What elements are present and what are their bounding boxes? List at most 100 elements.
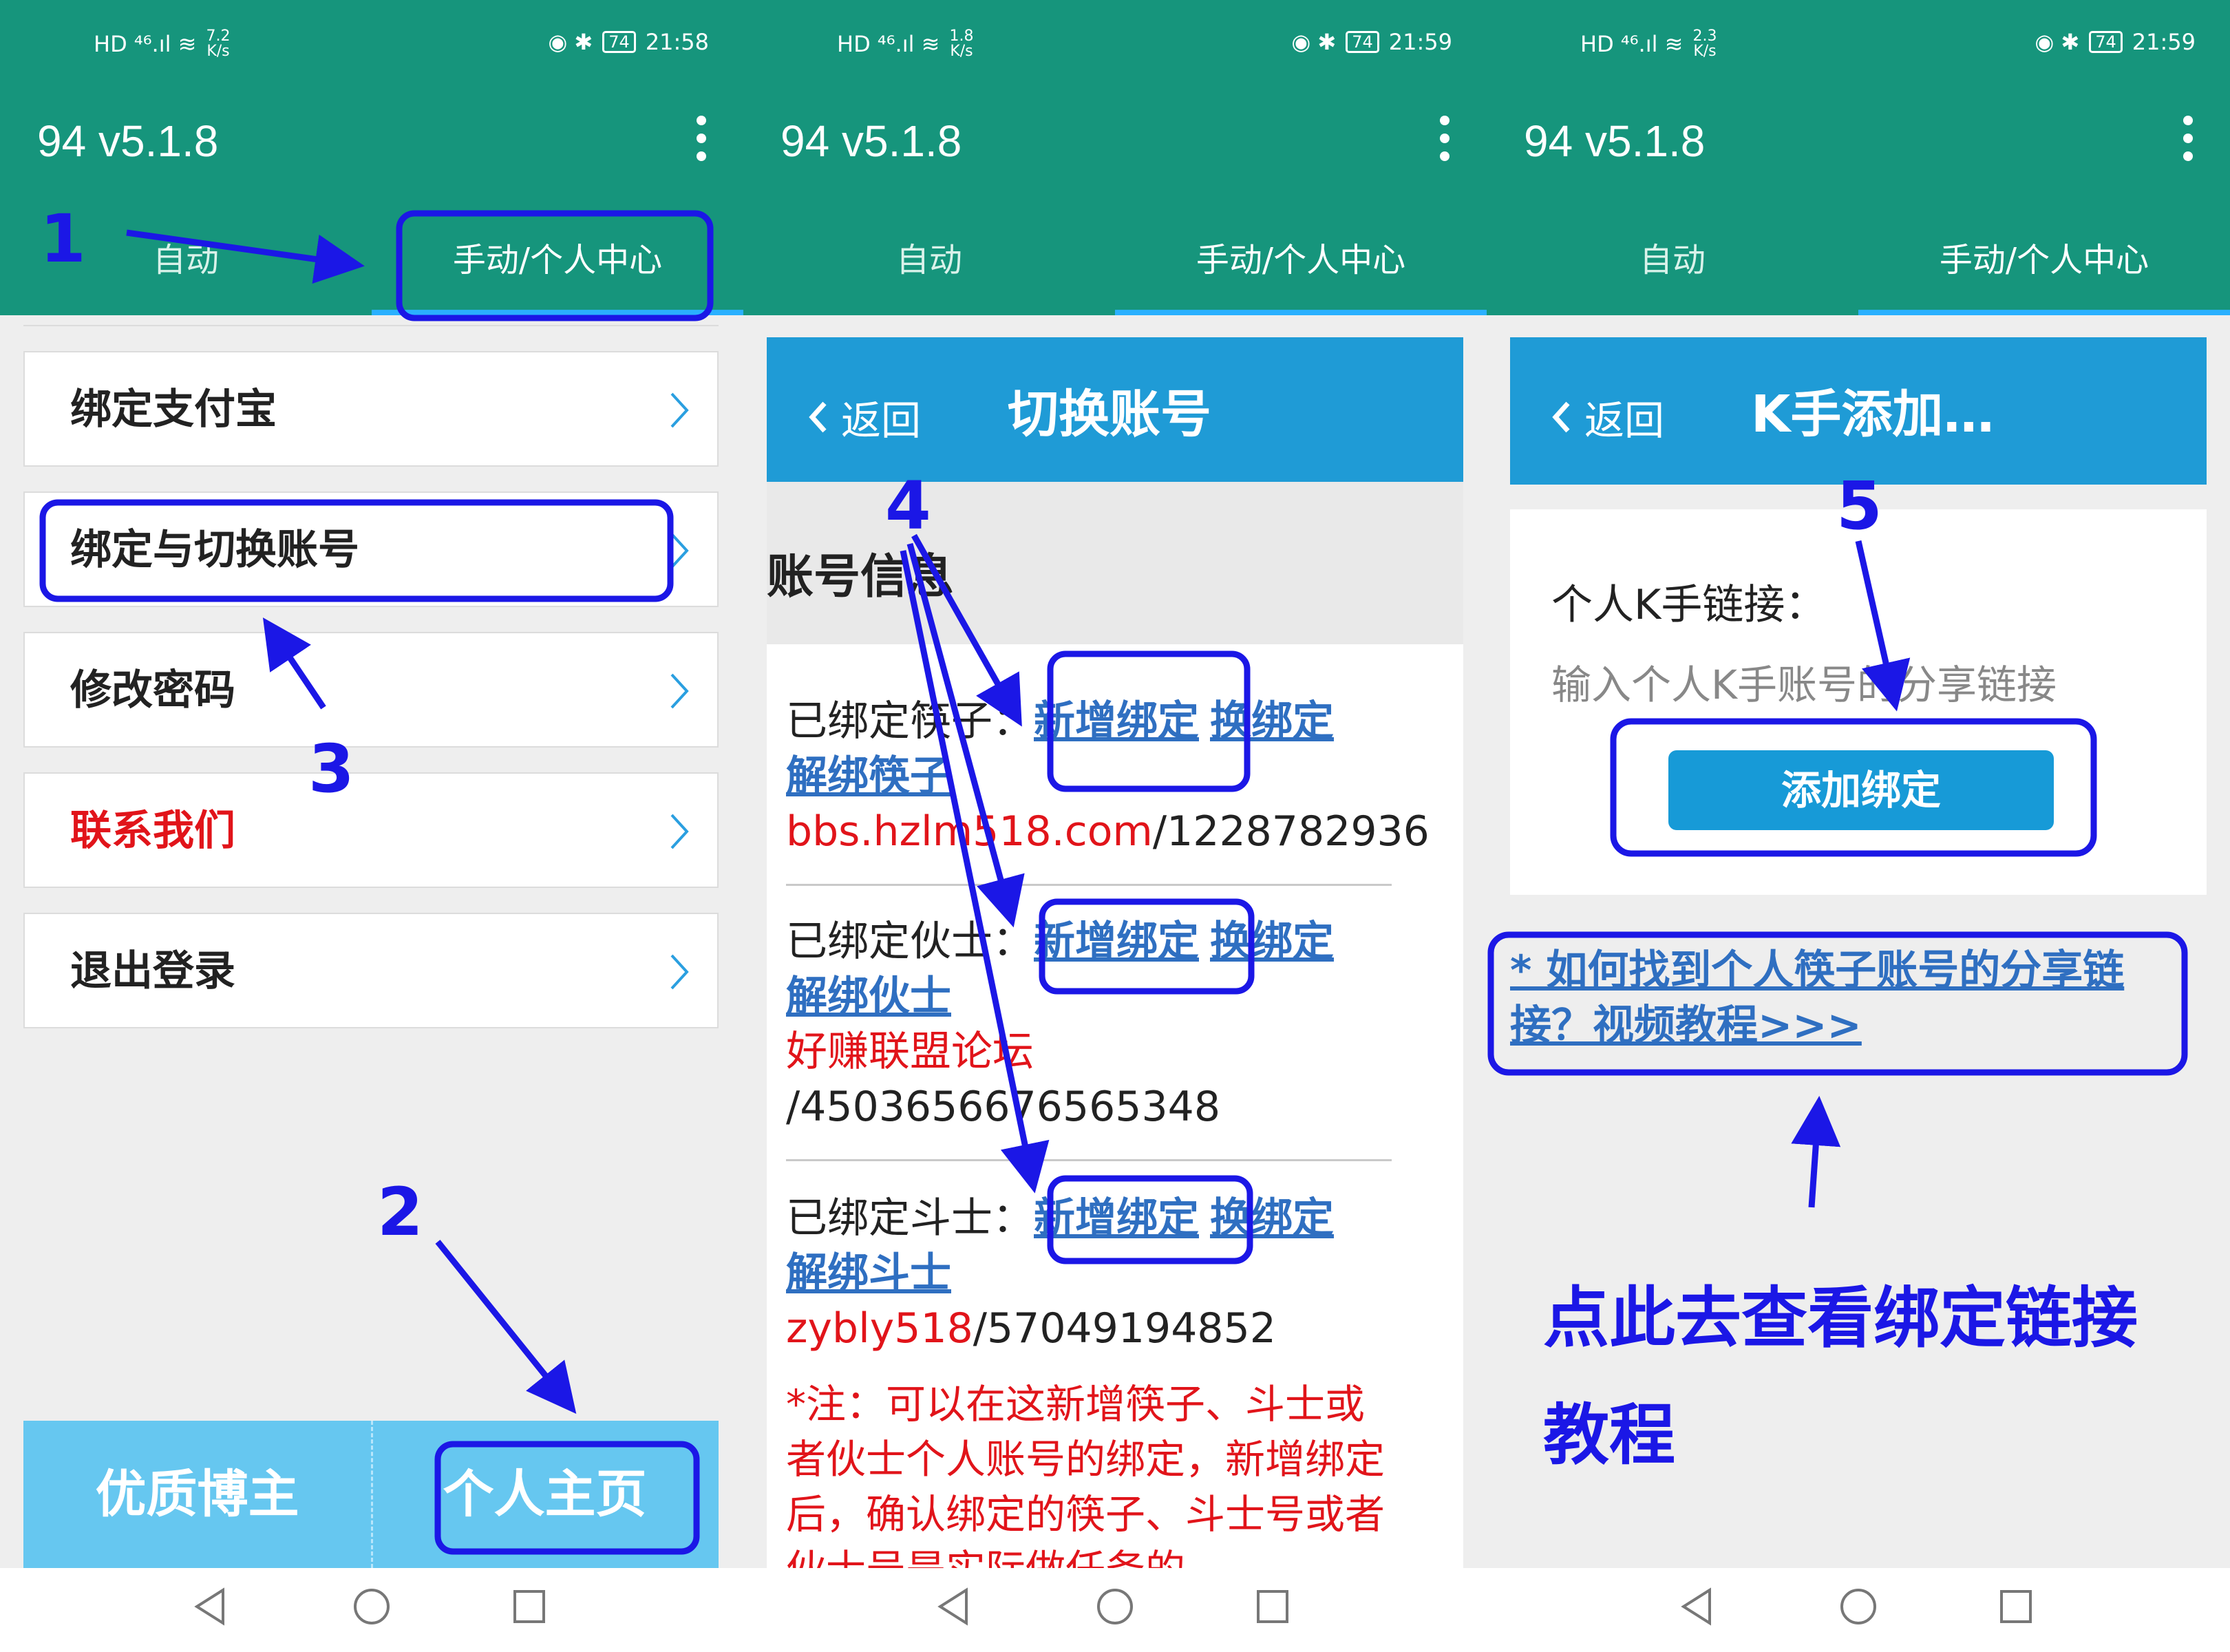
system-nav-bar	[743, 1568, 1487, 1652]
tab-bar: 自动 手动/个人中心	[0, 200, 743, 315]
tab-indicator	[372, 310, 743, 315]
status-bar: HD ⁴⁶.ıl ≋ 7.2 K/s ◉ ✱ 74 21:58	[0, 0, 743, 88]
note-text: *注：可以在这新增筷子、斗士或者伙士个人账号的绑定，新增绑定后，确认绑定的筷子、…	[786, 1381, 1385, 1568]
unbind-link[interactable]: 解绑伙士	[786, 973, 951, 1021]
bottom-nav: 优质博主 个人主页	[23, 1421, 719, 1568]
tab-auto[interactable]: 自动	[0, 200, 372, 315]
chevron-right-icon	[670, 673, 689, 709]
tab-auto[interactable]: 自动	[1487, 200, 1858, 315]
back-button[interactable]: 返回	[1551, 388, 1664, 446]
change-binding-link[interactable]: 换绑定	[1210, 918, 1334, 966]
tab-bar: 自动 手动/个人中心	[1487, 200, 2230, 315]
home-circle-icon[interactable]	[1096, 1587, 1134, 1626]
unbind-link[interactable]: 解绑筷子	[786, 752, 951, 801]
net-speed: 1.8 K/s	[949, 28, 974, 60]
back-triangle-icon[interactable]	[936, 1587, 970, 1626]
home-circle-icon[interactable]	[1839, 1587, 1878, 1626]
chevron-right-icon	[670, 533, 689, 569]
tutorial-hint-line: 点此去查看绑定链接	[1543, 1280, 2138, 1357]
account-site: zybly518	[786, 1304, 973, 1353]
tutorial-hint: 点此去查看绑定链接 教程	[1543, 1260, 2163, 1494]
chevron-right-icon	[670, 392, 689, 428]
section-title: 账号信息	[767, 550, 955, 604]
menu-item-contact-us[interactable]: 联系我们	[23, 772, 719, 888]
net-speed: 7.2 K/s	[206, 28, 231, 60]
app-title: 94 v5.1.8	[1524, 116, 1706, 166]
app-bar: 94 v5.1.8	[1487, 88, 2230, 200]
recents-square-icon[interactable]	[512, 1587, 546, 1626]
video-tutorial-link[interactable]: * 如何找到个人筷子账号的分享链接？视频教程>>>	[1510, 943, 2157, 1053]
menu-label: 退出登录	[70, 947, 235, 995]
status-icons: ◉ ✱	[1291, 29, 1337, 55]
battery-icon: 74	[1346, 31, 1379, 53]
menu-item-change-password[interactable]: 修改密码	[23, 632, 719, 748]
tab-manual-personal[interactable]: 手动/个人中心	[1115, 200, 1487, 315]
menu-label: 绑定支付宝	[70, 385, 277, 434]
tab-manual-personal[interactable]: 手动/个人中心	[372, 200, 743, 315]
recents-square-icon[interactable]	[1999, 1587, 2033, 1626]
system-nav-bar	[0, 1568, 743, 1652]
home-circle-icon[interactable]	[352, 1587, 391, 1626]
account-block-huoshi: 已绑定伙士：新增绑定 换绑定 解绑伙士 好赚联盟论坛 /4503656676565…	[786, 914, 1392, 1134]
change-binding-link[interactable]: 换绑定	[1210, 1194, 1334, 1242]
app-bar: 94 v5.1.8	[0, 88, 743, 200]
add-binding-button[interactable]: 添加绑定	[1668, 750, 2054, 830]
app-title: 94 v5.1.8	[780, 116, 962, 166]
add-link-card: 个人K手链接： 输入个人K手账号的分享链接 添加绑定	[1510, 509, 2207, 895]
clock: 21:58	[645, 29, 709, 55]
more-menu-icon[interactable]	[2183, 116, 2194, 169]
more-menu-icon[interactable]	[1440, 116, 1451, 169]
add-binding-link[interactable]: 新增绑定	[1034, 918, 1199, 966]
tab-auto[interactable]: 自动	[743, 200, 1115, 315]
share-link-input[interactable]: 输入个人K手账号的分享链接	[1551, 653, 2057, 710]
menu-item-clipped	[23, 325, 719, 326]
page-title: 切换账号	[1008, 385, 1211, 444]
menu-label: 修改密码	[70, 666, 235, 714]
menu-label: 绑定与切换账号	[70, 526, 359, 574]
section-header: 账号信息	[767, 482, 1463, 644]
app-title: 94 v5.1.8	[37, 116, 219, 166]
more-menu-icon[interactable]	[697, 116, 708, 169]
chevron-right-icon	[670, 814, 689, 849]
phone-screen-2: HD ⁴⁶.ıl ≋ 1.8 K/s ◉ ✱ 74 21:59 94 v5.1.8 自…	[743, 0, 1487, 1652]
back-label: 返回	[1584, 397, 1665, 444]
account-label: 已绑定筷子：	[786, 697, 1034, 745]
chevron-left-icon	[809, 401, 827, 433]
tab-indicator	[1115, 310, 1487, 315]
status-icons: ◉ ✱	[548, 29, 593, 55]
tab-manual-personal[interactable]: 手动/个人中心	[1858, 200, 2230, 315]
menu-label: 联系我们	[70, 807, 235, 855]
link-label: 个人K手链接：	[1551, 581, 1827, 629]
status-icons: ◉ ✱	[2035, 29, 2080, 55]
back-button[interactable]: 返回	[808, 388, 921, 446]
app-bar: 94 v5.1.8	[743, 88, 1487, 200]
phone-screen-1: HD ⁴⁶.ıl ≋ 7.2 K/s ◉ ✱ 74 21:58 94 v5.1.8 自…	[0, 0, 743, 1652]
separator	[786, 884, 1392, 886]
chevron-right-icon	[670, 954, 689, 990]
add-binding-link[interactable]: 新增绑定	[1034, 1194, 1199, 1242]
tab-bar: 自动 手动/个人中心	[743, 200, 1487, 315]
back-triangle-icon[interactable]	[1679, 1587, 1714, 1626]
change-binding-link[interactable]: 换绑定	[1210, 697, 1334, 745]
account-label: 已绑定斗士：	[786, 1194, 1034, 1242]
bottom-tab-personal-home[interactable]: 个人主页	[371, 1421, 719, 1568]
separator	[786, 1159, 1392, 1161]
chevron-left-icon	[1552, 401, 1570, 433]
menu-item-bind-alipay[interactable]: 绑定支付宝	[23, 351, 719, 467]
page-header: 返回 K手添加…	[1510, 337, 2207, 485]
status-bar: HD ⁴⁶.ıl ≋ 1.8 K/s ◉ ✱ 74 21:59	[743, 0, 1487, 88]
recents-square-icon[interactable]	[1255, 1587, 1290, 1626]
tab-indicator	[1858, 310, 2230, 315]
add-binding-link[interactable]: 新增绑定	[1034, 697, 1199, 745]
status-bar: HD ⁴⁶.ıl ≋ 2.3 K/s ◉ ✱ 74 21:59	[1487, 0, 2230, 88]
clock: 21:59	[2132, 29, 2196, 55]
tutorial-hint-line: 教程	[1543, 1397, 1675, 1474]
system-nav-bar	[1487, 1568, 2230, 1652]
bottom-tab-quality-bloggers[interactable]: 优质博主	[23, 1421, 371, 1568]
unbind-link[interactable]: 解绑斗士	[786, 1249, 951, 1298]
battery-icon: 74	[602, 31, 636, 53]
menu-item-logout[interactable]: 退出登录	[23, 913, 719, 1028]
menu-item-bind-switch-account[interactable]: 绑定与切换账号	[23, 491, 719, 607]
clock: 21:59	[1388, 29, 1452, 55]
back-triangle-icon[interactable]	[193, 1587, 227, 1626]
